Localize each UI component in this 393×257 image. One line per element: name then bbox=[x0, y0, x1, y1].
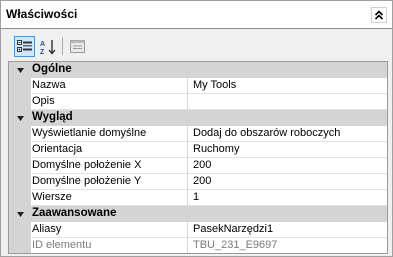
property-value: TBU_231_E9697 bbox=[187, 238, 387, 253]
property-row[interactable]: Orientacja Ruchomy bbox=[9, 142, 387, 158]
property-name: Domyślne położenie X bbox=[32, 158, 187, 174]
panel-titlebar: Właściwości bbox=[1, 1, 392, 29]
svg-text:Z: Z bbox=[40, 49, 45, 55]
property-name: Nazwa bbox=[32, 78, 187, 94]
collapse-triangle-icon[interactable] bbox=[16, 210, 25, 219]
property-row-readonly[interactable]: ID elementu TBU_231_E9697 bbox=[9, 238, 387, 253]
property-row[interactable]: Nazwa My Tools bbox=[9, 78, 387, 94]
property-name: Wiersze bbox=[32, 190, 187, 206]
property-name: Domyślne położenie Y bbox=[32, 174, 187, 190]
property-grid: Ogólne Nazwa My Tools Opis Wygląd Wyświe… bbox=[8, 61, 388, 254]
property-name: Orientacja bbox=[32, 142, 187, 158]
double-chevron-up-icon bbox=[374, 10, 384, 20]
property-pages-icon bbox=[70, 40, 85, 53]
panel-title: Właściwości bbox=[6, 7, 78, 21]
property-row[interactable]: Wiersze 1 bbox=[9, 190, 387, 206]
property-row[interactable]: Wyświetlanie domyślne Dodaj do obszarów … bbox=[9, 126, 387, 142]
category-advanced[interactable]: Zaawansowane bbox=[9, 206, 387, 222]
property-name: Wyświetlanie domyślne bbox=[32, 126, 187, 142]
alphabetical-button[interactable]: A Z bbox=[37, 36, 58, 57]
svg-text:A: A bbox=[40, 41, 45, 48]
property-name: Opis bbox=[32, 94, 187, 110]
collapse-triangle-icon[interactable] bbox=[16, 114, 25, 123]
property-value[interactable]: Dodaj do obszarów roboczych bbox=[187, 126, 387, 142]
alphabetical-sort-icon: A Z bbox=[40, 39, 55, 55]
category-label: Wygląd bbox=[32, 111, 73, 123]
properties-panel: Właściwości A Z Ogólne Nazwa My Tools Op… bbox=[0, 0, 393, 257]
property-row[interactable]: Aliasy PasekNarzędzi1 bbox=[9, 222, 387, 238]
property-row[interactable]: Domyślne położenie X 200 bbox=[9, 158, 387, 174]
category-appearance[interactable]: Wygląd bbox=[9, 110, 387, 126]
property-value[interactable]: Ruchomy bbox=[187, 142, 387, 158]
property-value[interactable]: 1 bbox=[187, 190, 387, 206]
category-general[interactable]: Ogólne bbox=[9, 62, 387, 78]
category-label: Ogólne bbox=[32, 63, 72, 75]
property-value[interactable]: 200 bbox=[187, 174, 387, 190]
property-value[interactable]: My Tools bbox=[187, 78, 387, 94]
property-name: Aliasy bbox=[32, 222, 187, 238]
property-row[interactable]: Domyślne położenie Y 200 bbox=[9, 174, 387, 190]
property-name: ID elementu bbox=[32, 238, 187, 253]
property-value[interactable]: PasekNarzędzi1 bbox=[187, 222, 387, 238]
category-label: Zaawansowane bbox=[32, 207, 117, 219]
categorized-icon bbox=[17, 40, 32, 52]
collapse-triangle-icon[interactable] bbox=[16, 66, 25, 75]
property-row[interactable]: Opis bbox=[9, 94, 387, 110]
toolbar-separator bbox=[62, 37, 63, 55]
categorized-button[interactable] bbox=[14, 36, 35, 57]
property-value[interactable] bbox=[187, 94, 387, 110]
property-pages-button[interactable] bbox=[67, 36, 88, 57]
collapse-button[interactable] bbox=[371, 7, 387, 23]
property-value[interactable]: 200 bbox=[187, 158, 387, 174]
property-toolbar: A Z bbox=[1, 30, 392, 60]
